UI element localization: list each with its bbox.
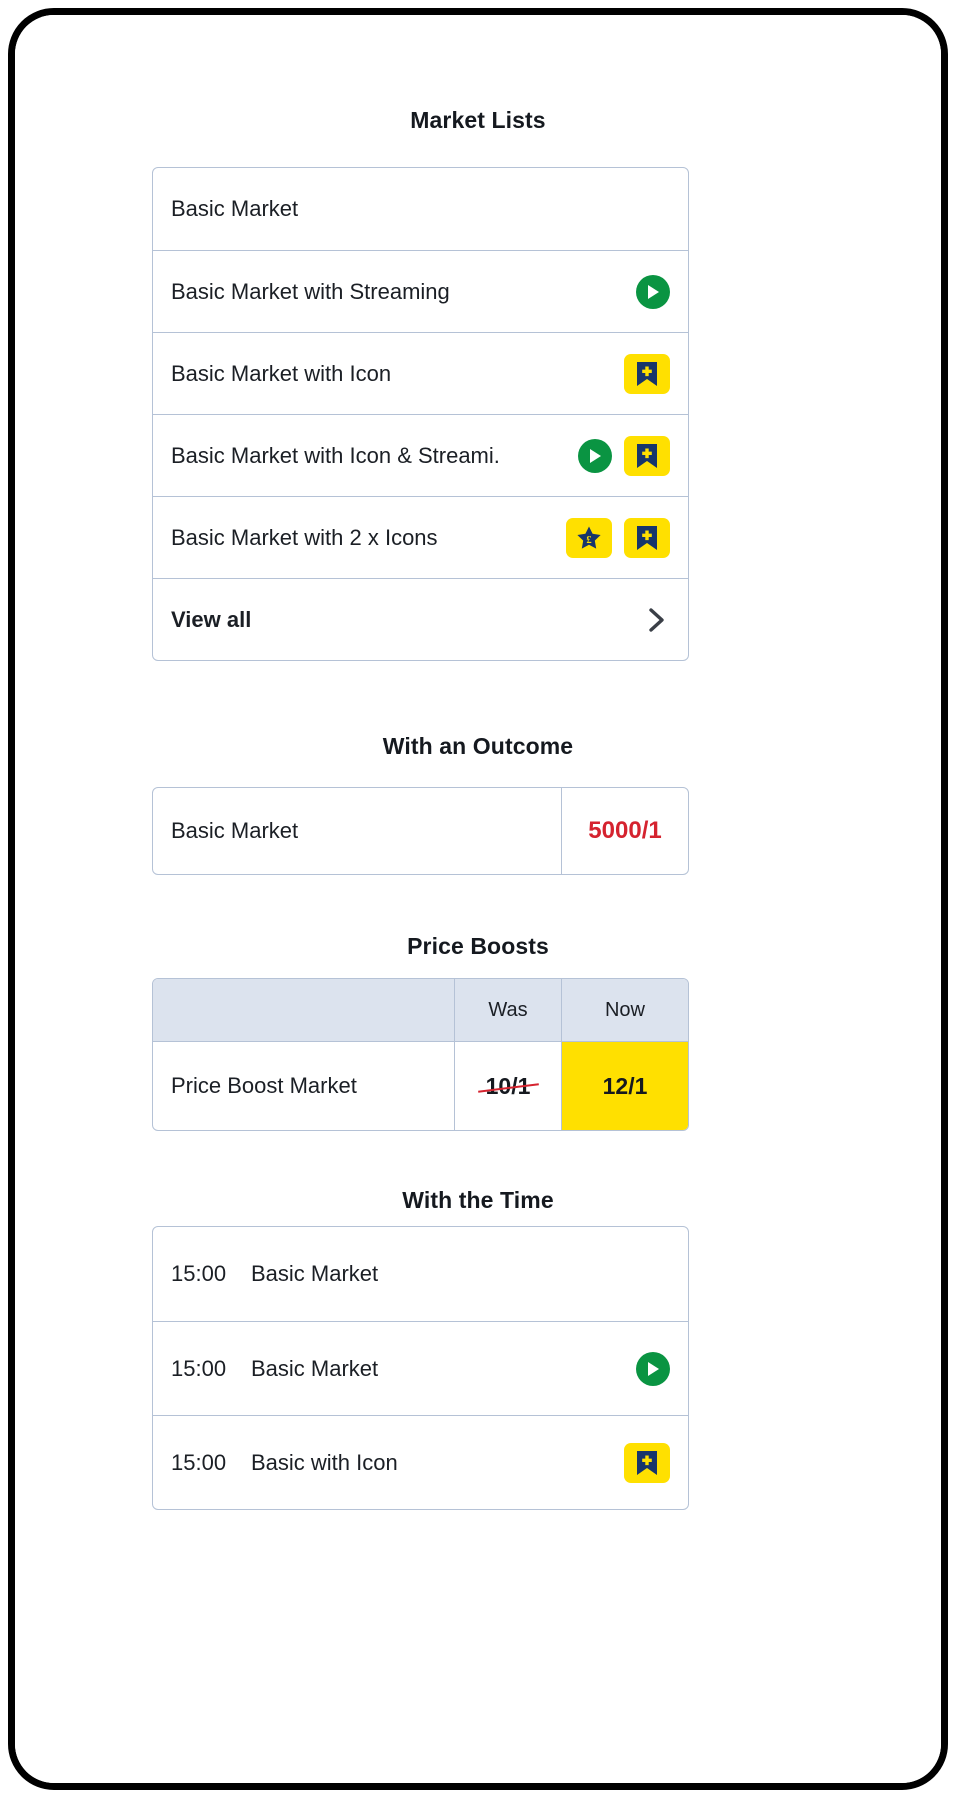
market-row[interactable]: Basic Market with Streaming	[153, 250, 688, 332]
with-the-time-title: With the Time	[402, 1187, 554, 1213]
price-boosts-header-now: Now	[561, 979, 688, 1041]
market-row-label: Basic Market	[171, 196, 299, 221]
market-row-icons: £	[566, 517, 670, 558]
market-row[interactable]: Basic Market	[153, 168, 688, 250]
outcome-market-name: Basic Market	[171, 818, 299, 843]
time-row[interactable]: 15:00 Basic with Icon	[153, 1415, 688, 1509]
price-boosts-data-row[interactable]: Price Boost Market 10/1 12/1	[153, 1041, 688, 1130]
price-boosts-header-row: Was Now	[153, 979, 688, 1041]
play-icon[interactable]	[636, 274, 670, 309]
star-pound-icon[interactable]: £	[566, 517, 612, 558]
time-row-icons	[624, 1442, 670, 1483]
market-row-icons	[636, 274, 670, 309]
time-row-time: 15:00	[171, 1261, 227, 1286]
price-boost-market-name: Price Boost Market	[171, 1073, 357, 1098]
market-lists-title: Market Lists	[410, 107, 546, 133]
play-icon[interactable]	[578, 438, 612, 473]
time-row-label: Basic Market	[251, 1261, 379, 1286]
time-row-time: 15:00	[171, 1355, 227, 1381]
time-row-time: 15:00	[171, 1449, 227, 1475]
market-row-label: Basic Market with Icon	[171, 360, 392, 386]
time-row-label: Basic Market	[251, 1355, 379, 1381]
bookmark-plus-icon[interactable]	[624, 517, 670, 558]
market-lists-card: Basic Market Basic Market with Streaming…	[152, 167, 689, 661]
outcome-card[interactable]: Basic Market 5000/1	[152, 787, 689, 875]
chevron-right-icon[interactable]	[644, 607, 670, 633]
time-row[interactable]: 15:00 Basic Market	[153, 1227, 688, 1321]
market-row-label: Basic Market with 2 x Icons	[171, 524, 438, 550]
market-row[interactable]: Basic Market with 2 x Icons £	[153, 496, 688, 578]
price-boost-was-value: 10/1	[482, 1073, 535, 1100]
time-row-icons	[636, 1351, 670, 1386]
bookmark-plus-icon[interactable]	[624, 435, 670, 476]
phone-device-frame: Market Lists Basic Market Basic Market w…	[8, 8, 948, 1790]
price-boost-now-value: 12/1	[602, 1072, 648, 1099]
price-boosts-table: Was Now Price Boost Market 10/1 12/1	[152, 978, 689, 1131]
play-icon[interactable]	[636, 1351, 670, 1386]
price-boost-was-cell: 10/1	[454, 1042, 561, 1130]
price-boosts-title: Price Boosts	[407, 933, 549, 959]
view-all-label: View all	[171, 606, 252, 632]
svg-text:£: £	[586, 535, 591, 546]
market-row[interactable]: Basic Market with Icon	[153, 332, 688, 414]
market-row[interactable]: Basic Market with Icon & Streami.	[153, 414, 688, 496]
market-row-icons	[578, 435, 670, 476]
bookmark-plus-icon[interactable]	[624, 353, 670, 394]
app-screen: Market Lists Basic Market Basic Market w…	[15, 15, 941, 1783]
time-row[interactable]: 15:00 Basic Market	[153, 1321, 688, 1415]
with-the-time-card: 15:00 Basic Market 15:00 Basic Market 15…	[152, 1226, 689, 1510]
price-boost-now-button[interactable]: 12/1	[561, 1042, 688, 1130]
view-all-row[interactable]: View all	[153, 578, 688, 660]
time-row-label: Basic with Icon	[251, 1449, 398, 1475]
market-row-icons	[624, 353, 670, 394]
price-boosts-header-was: Was	[454, 979, 561, 1041]
market-row-label: Basic Market with Streaming	[171, 278, 450, 304]
with-an-outcome-title: With an Outcome	[382, 733, 574, 759]
bookmark-plus-icon[interactable]	[624, 1442, 670, 1483]
price-boosts-header-blank	[153, 979, 454, 1041]
market-row-label: Basic Market with Icon & Streami.	[171, 442, 500, 468]
outcome-price-button[interactable]: 5000/1	[561, 788, 688, 874]
